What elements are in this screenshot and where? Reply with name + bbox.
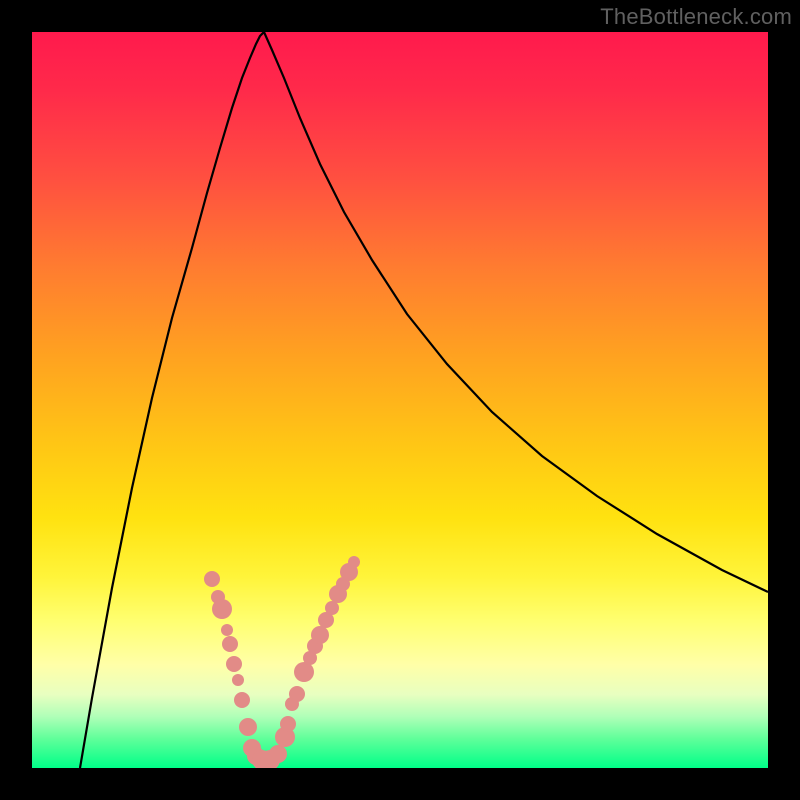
data-dot xyxy=(311,626,329,644)
data-dot xyxy=(221,624,233,636)
data-dot xyxy=(222,636,238,652)
data-dot xyxy=(280,716,296,732)
data-dot xyxy=(232,674,244,686)
data-dot xyxy=(239,718,257,736)
data-dot xyxy=(212,599,232,619)
data-dot xyxy=(325,601,339,615)
data-dot xyxy=(289,686,305,702)
data-dot xyxy=(348,556,360,568)
watermark-text: TheBottleneck.com xyxy=(600,4,792,30)
data-dot xyxy=(294,662,314,682)
chart-svg xyxy=(32,32,768,768)
data-dots xyxy=(204,556,360,768)
data-dot xyxy=(234,692,250,708)
bottleneck-curve-right xyxy=(264,32,768,592)
plot-area xyxy=(32,32,768,768)
data-dot xyxy=(269,745,287,763)
data-dot xyxy=(226,656,242,672)
data-dot xyxy=(204,571,220,587)
